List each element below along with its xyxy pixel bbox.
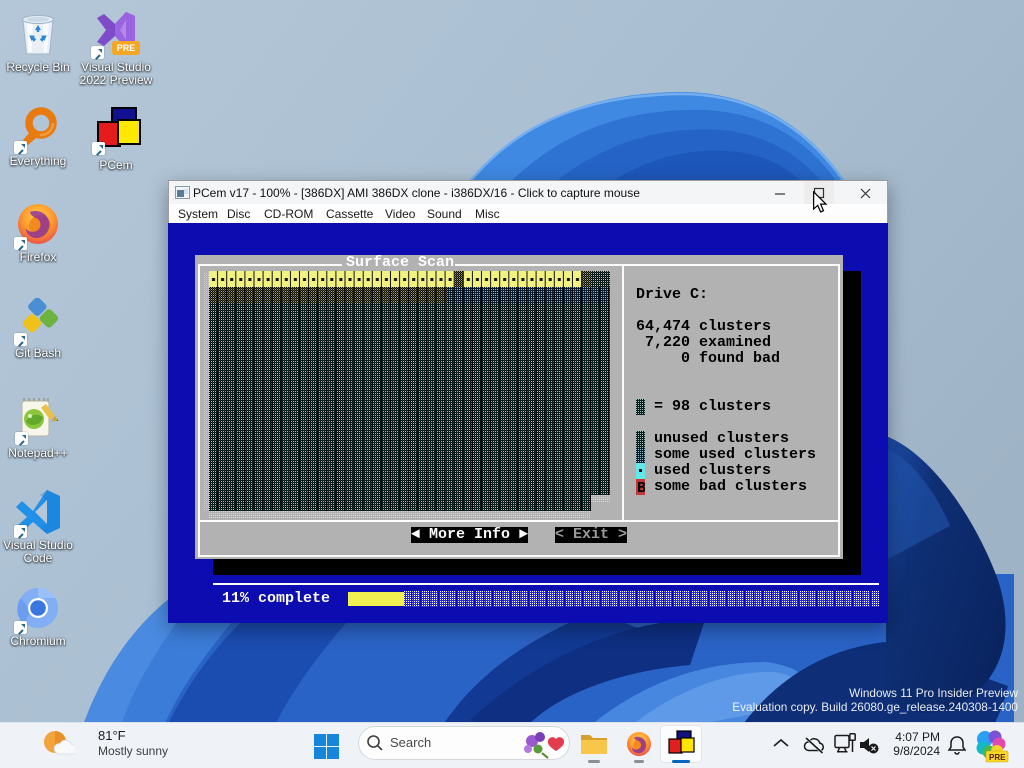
svg-text:PRE: PRE [989,753,1006,762]
svg-text:B: B [637,480,645,495]
